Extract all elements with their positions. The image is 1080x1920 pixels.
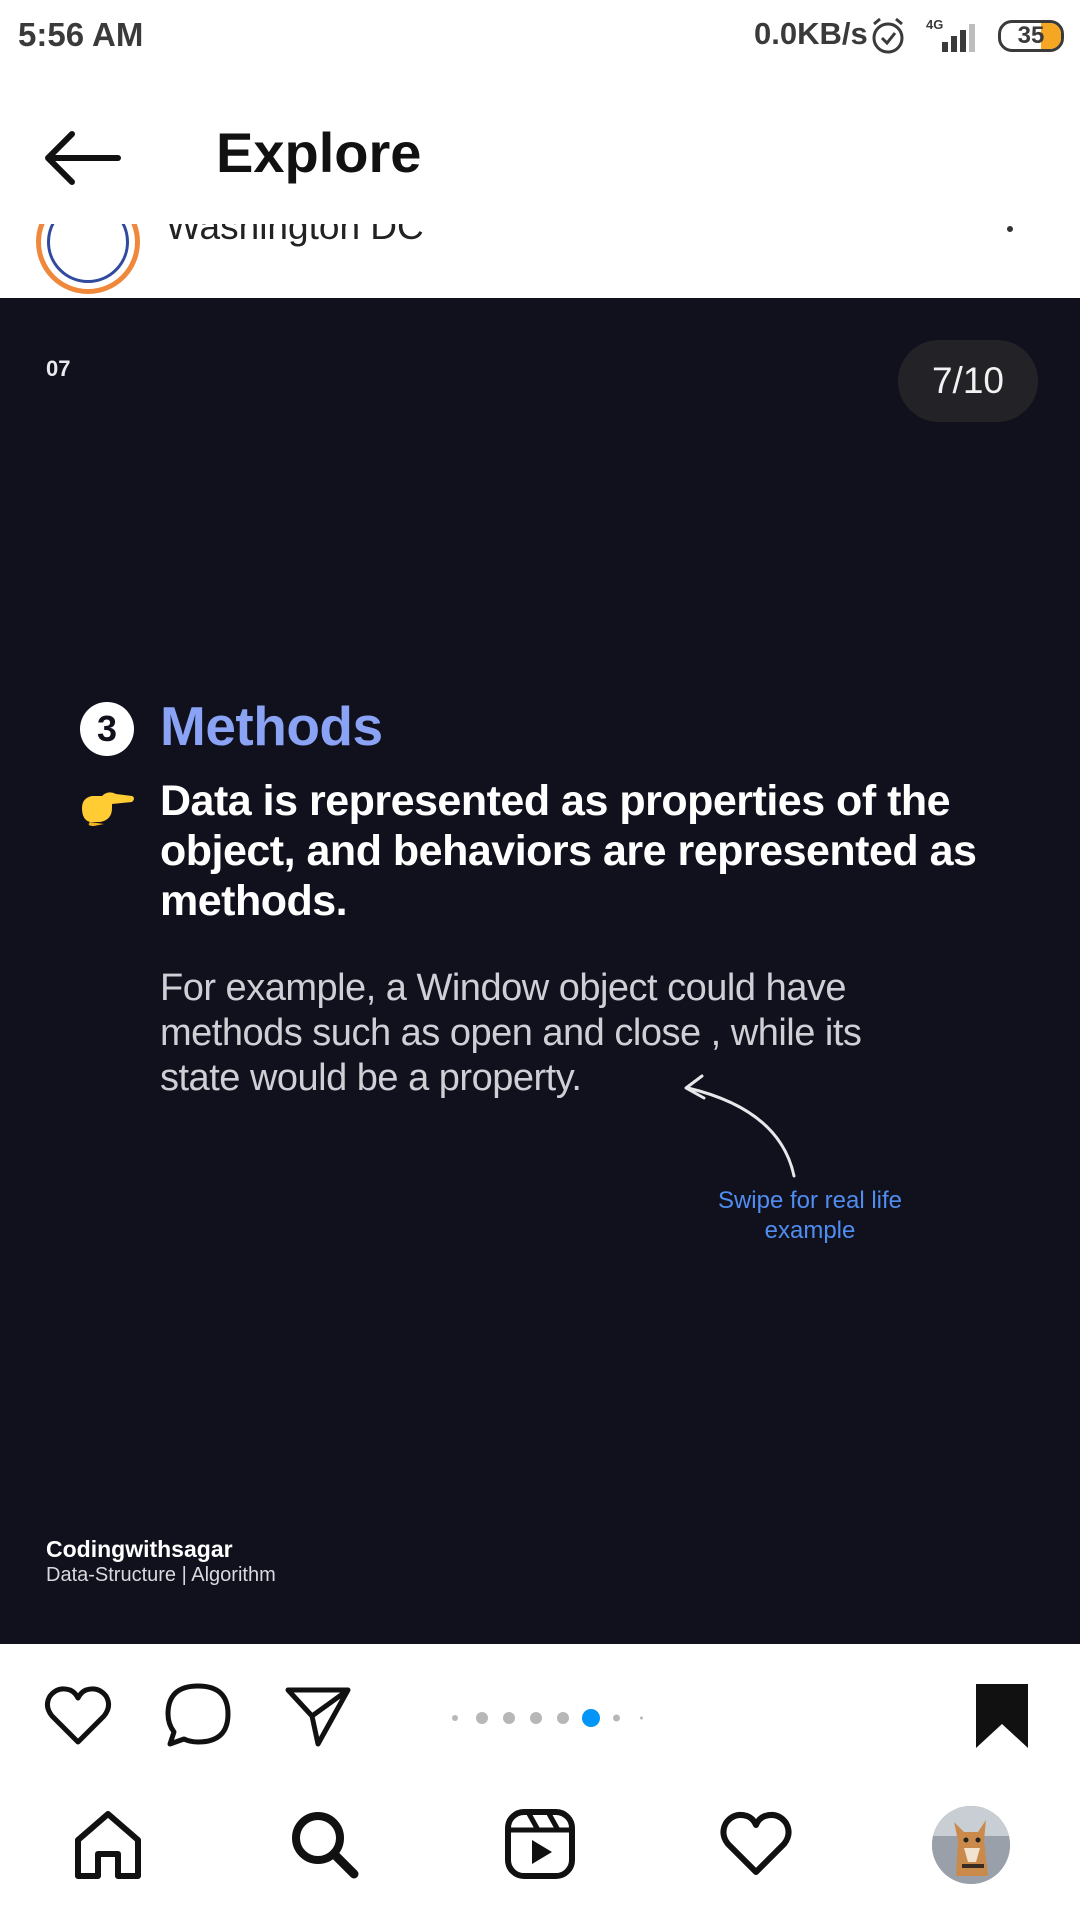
status-network-speed: 0.0KB/s [754, 16, 868, 51]
profile-photo [932, 1806, 1010, 1884]
back-button[interactable] [40, 126, 124, 190]
carousel-dot-active [582, 1709, 600, 1727]
profile-avatar[interactable] [932, 1806, 1010, 1884]
home-icon[interactable] [70, 1806, 146, 1882]
post-header: Washington DC [0, 224, 1080, 298]
carousel-counter: 7/10 [898, 340, 1038, 422]
page-title: Explore [216, 121, 422, 184]
heart-icon[interactable] [42, 1680, 114, 1752]
network-type-label: 4G [926, 17, 943, 32]
slide-number: 07 [46, 356, 71, 381]
bottom-navigation [0, 1776, 1080, 1920]
status-time: 5:56 AM [18, 16, 144, 53]
slide-main-text: Data is represented as properties of the… [160, 777, 977, 925]
comment-icon[interactable] [162, 1680, 234, 1752]
carousel-dot [557, 1712, 569, 1724]
search-icon[interactable] [286, 1806, 362, 1882]
carousel-dot [613, 1714, 620, 1722]
carousel-dot [476, 1712, 488, 1724]
activity-heart-icon[interactable] [718, 1806, 794, 1882]
battery-icon: 35 [998, 20, 1064, 52]
carousel-dot [503, 1712, 515, 1724]
alarm-icon [872, 17, 904, 54]
carousel-indicator [448, 1708, 648, 1728]
post-location[interactable]: Washington DC [166, 224, 424, 248]
curved-arrow-icon [684, 1074, 796, 1178]
signal-icon: 4G [926, 17, 975, 52]
slide-heading: Methods [160, 695, 383, 757]
post-image[interactable]: 07 7/10 3 Methods Data is represented as… [0, 298, 1080, 1644]
bookmark-icon[interactable] [966, 1680, 1038, 1752]
battery-level: 35 [1017, 22, 1045, 49]
pointing-hand-icon [82, 792, 134, 826]
post-author-avatar[interactable] [36, 224, 140, 294]
carousel-dot [640, 1716, 643, 1720]
brand-name: Codingwithsagar [46, 1536, 233, 1562]
swipe-note: Swipe for real life example [717, 1187, 903, 1244]
carousel-dot [452, 1715, 458, 1721]
more-options-icon[interactable] [1004, 226, 1016, 234]
status-bar: 5:56 AM 0.0KB/s 4G 35 [0, 0, 1080, 76]
share-icon[interactable] [282, 1680, 354, 1752]
reels-icon[interactable] [502, 1806, 578, 1882]
header: Explore [0, 76, 1080, 224]
carousel-dot [530, 1712, 542, 1724]
item-number-badge: 3 [80, 702, 134, 756]
post-action-bar [0, 1644, 1080, 1776]
brand-tagline: Data-Structure | Algorithm [46, 1564, 276, 1586]
